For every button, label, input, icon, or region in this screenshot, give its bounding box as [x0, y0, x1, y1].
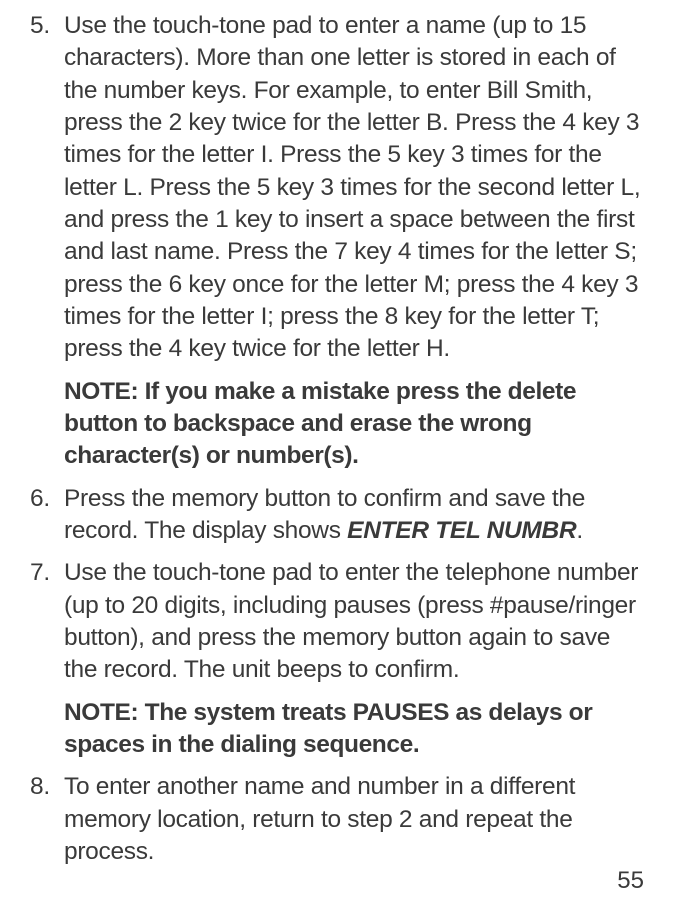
step-6-suffix: .: [576, 517, 583, 544]
step-6: 6. Press the memory button to confirm an…: [30, 483, 644, 548]
step-text: Use the touch-tone pad to enter the tele…: [64, 557, 644, 686]
step-number: 6.: [30, 483, 64, 548]
step-text: Press the memory button to confirm and s…: [64, 483, 644, 548]
step-7-note: NOTE: The system treats PAUSES as delays…: [64, 697, 644, 762]
step-text: To enter another name and number in a di…: [64, 771, 644, 868]
step-number: 5.: [30, 10, 64, 366]
page-number: 55: [617, 867, 644, 895]
step-8: 8. To enter another name and number in a…: [30, 771, 644, 868]
step-5-note: NOTE: If you make a mistake press the de…: [64, 376, 644, 473]
step-6-bold: ENTER TEL NUMBR: [347, 517, 576, 544]
step-5: 5. Use the touch-tone pad to enter a nam…: [30, 10, 644, 366]
step-number: 8.: [30, 771, 64, 868]
step-number: 7.: [30, 557, 64, 686]
step-7: 7. Use the touch-tone pad to enter the t…: [30, 557, 644, 686]
document-content: 5. Use the touch-tone pad to enter a nam…: [30, 10, 644, 868]
step-text: Use the touch-tone pad to enter a name (…: [64, 10, 644, 366]
